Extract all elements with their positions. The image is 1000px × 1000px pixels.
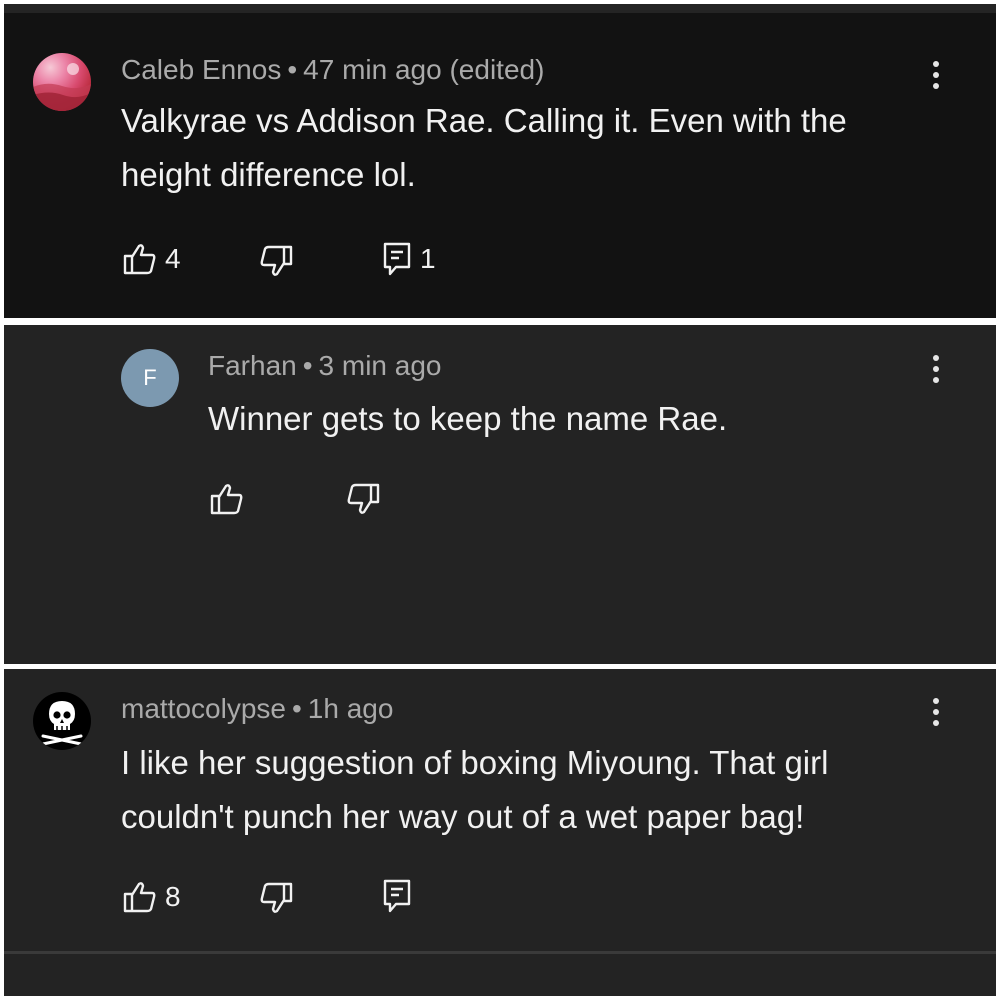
more-vert-icon[interactable] — [932, 355, 940, 383]
timestamp[interactable]: 3 min ago — [319, 350, 442, 381]
comment-text: Winner gets to keep the name Rae. — [208, 400, 728, 437]
thumbs-up-icon — [123, 244, 156, 275]
comment-meta: Farhan • 3 min ago — [208, 350, 442, 382]
reply-button[interactable]: 1 — [382, 242, 436, 276]
avatar-letter: F — [143, 365, 157, 390]
thumbs-down-icon — [347, 483, 380, 514]
more-vert-icon[interactable] — [932, 698, 940, 726]
dislike-button[interactable] — [346, 483, 380, 515]
timestamp[interactable]: 47 min ago (edited) — [303, 54, 544, 85]
author-name[interactable]: mattocolypse — [121, 693, 286, 724]
like-count: 8 — [165, 881, 181, 912]
like-button[interactable]: 4 — [123, 243, 181, 275]
comment-meta: mattocolypse • 1h ago — [121, 693, 393, 725]
timestamp[interactable]: 1h ago — [308, 693, 394, 724]
reply-card: F Farhan • 3 min ago Winner gets to keep t… — [4, 325, 996, 664]
avatar[interactable] — [33, 692, 91, 750]
separator-dot: • — [302, 350, 313, 381]
thumbs-down-icon — [260, 245, 293, 276]
reply-icon — [383, 879, 411, 913]
comment-card: Caleb Ennos • 47 min ago (edited) Valkyrae… — [4, 4, 996, 318]
avatar[interactable]: F — [121, 349, 179, 407]
comment-meta: Caleb Ennos • 47 min ago (edited) — [121, 54, 544, 86]
like-count: 4 — [165, 243, 181, 274]
reply-icon — [383, 242, 411, 276]
author-name[interactable]: Farhan — [208, 350, 297, 381]
reply-count: 1 — [420, 243, 436, 274]
reply-button[interactable] — [382, 879, 412, 913]
separator-dot: • — [291, 693, 302, 724]
dislike-button[interactable] — [259, 882, 293, 914]
thumbs-up-icon — [210, 484, 243, 515]
comment-card: mattocolypse • 1h ago I like her suggestio… — [4, 669, 996, 996]
dislike-button[interactable] — [259, 245, 293, 277]
comment-text: I like her suggestion of boxing Miyoung.… — [121, 744, 829, 835]
sunset-photo-avatar-icon — [33, 63, 91, 111]
more-vert-icon[interactable] — [932, 61, 940, 89]
thumbs-down-icon — [260, 882, 293, 913]
separator-dot: • — [287, 54, 298, 85]
like-button[interactable]: 8 — [123, 881, 181, 913]
like-button[interactable] — [210, 483, 244, 515]
skull-crossbones-icon — [41, 701, 83, 746]
divider — [4, 951, 996, 954]
avatar[interactable] — [33, 53, 91, 111]
thumbs-up-icon — [123, 882, 156, 913]
author-name[interactable]: Caleb Ennos — [121, 54, 281, 85]
comment-text: Valkyrae vs Addison Rae. Calling it. Eve… — [121, 102, 847, 193]
